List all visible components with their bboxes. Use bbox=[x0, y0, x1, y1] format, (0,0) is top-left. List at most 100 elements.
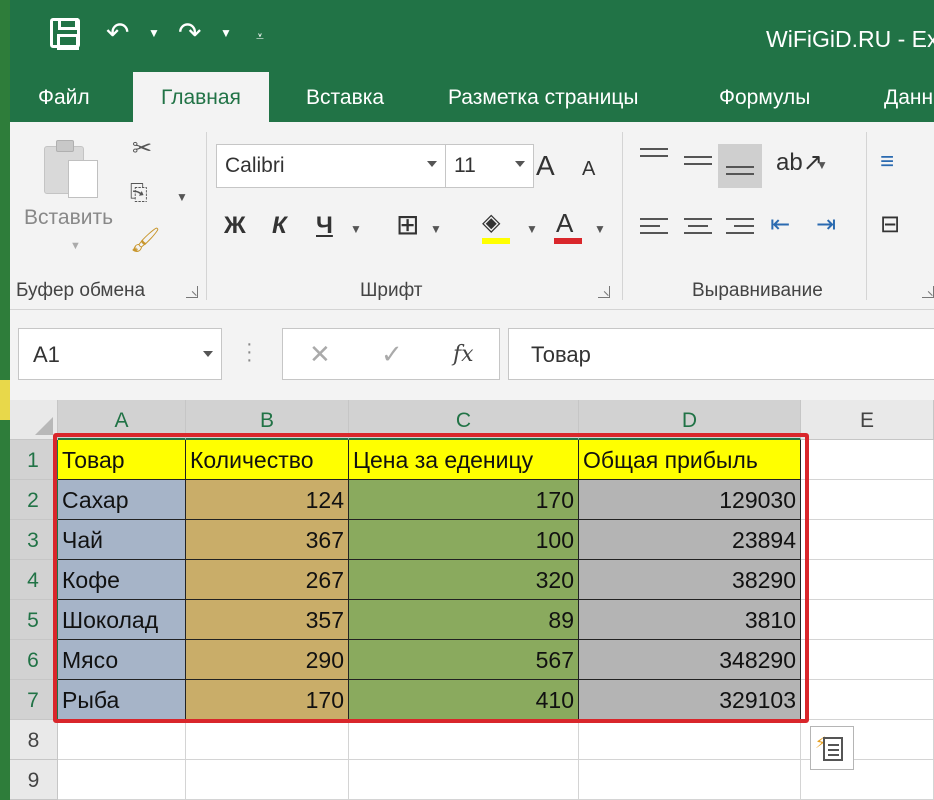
select-all-button[interactable] bbox=[10, 400, 58, 440]
cell-d3[interactable]: 23894 bbox=[579, 520, 801, 560]
cell-b7[interactable]: 170 bbox=[186, 680, 349, 720]
cell-b8[interactable] bbox=[186, 720, 349, 760]
increase-font-size-button[interactable]: A bbox=[536, 150, 555, 182]
align-right-icon[interactable] bbox=[726, 218, 754, 239]
cell-d6[interactable]: 348290 bbox=[579, 640, 801, 680]
save-icon[interactable] bbox=[50, 18, 80, 50]
alignment-launcher-icon[interactable] bbox=[922, 286, 934, 298]
clipboard-launcher-icon[interactable] bbox=[186, 286, 198, 298]
align-center-icon[interactable] bbox=[684, 218, 712, 239]
cell-e1[interactable] bbox=[801, 440, 934, 480]
cell-a1[interactable]: Товар bbox=[58, 440, 186, 480]
cell-b5[interactable]: 357 bbox=[186, 600, 349, 640]
splitter-handle[interactable]: · · · bbox=[246, 334, 253, 370]
font-name-select[interactable]: Calibri bbox=[216, 144, 446, 188]
cell-c7[interactable]: 410 bbox=[349, 680, 579, 720]
cell-c8[interactable] bbox=[349, 720, 579, 760]
cell-d5[interactable]: 3810 bbox=[579, 600, 801, 640]
paste-button[interactable] bbox=[44, 140, 106, 198]
paste-dropdown-icon[interactable]: ▼ bbox=[70, 240, 81, 252]
copy-dropdown-icon[interactable]: ▼ bbox=[176, 190, 188, 204]
formula-input[interactable]: Товар bbox=[508, 328, 934, 380]
row-header-3[interactable]: 3 bbox=[10, 520, 58, 560]
align-left-icon[interactable] bbox=[640, 218, 668, 239]
cell-c1[interactable]: Цена за еденицу bbox=[349, 440, 579, 480]
enter-icon[interactable]: ✓ bbox=[381, 339, 403, 370]
undo-icon[interactable]: ↶ bbox=[106, 18, 129, 48]
borders-dropdown-icon[interactable]: ▼ bbox=[430, 222, 442, 236]
cell-e2[interactable] bbox=[801, 480, 934, 520]
cell-b3[interactable]: 367 bbox=[186, 520, 349, 560]
customize-qat-icon[interactable]: ⩡ bbox=[256, 28, 264, 45]
copy-icon[interactable]: ⎘ bbox=[130, 180, 148, 206]
cell-a4[interactable]: Кофе bbox=[58, 560, 186, 600]
format-painter-icon[interactable]: 🖌 bbox=[130, 226, 160, 255]
undo-dropdown-icon[interactable]: ▼ bbox=[148, 26, 160, 40]
cell-d8[interactable] bbox=[579, 720, 801, 760]
wrap-text-icon[interactable]: ≡ bbox=[880, 148, 894, 176]
font-launcher-icon[interactable] bbox=[598, 286, 610, 298]
merge-center-icon[interactable]: ⊟ bbox=[880, 210, 900, 239]
fill-color-dropdown-icon[interactable]: ▼ bbox=[526, 222, 538, 236]
cell-c4[interactable]: 320 bbox=[349, 560, 579, 600]
fill-color-icon[interactable]: ◈ bbox=[482, 208, 510, 244]
cell-d7[interactable]: 329103 bbox=[579, 680, 801, 720]
align-top-icon[interactable] bbox=[640, 148, 668, 162]
decrease-indent-icon[interactable]: ⇤ bbox=[770, 210, 790, 239]
row-header-6[interactable]: 6 bbox=[10, 640, 58, 680]
cell-a2[interactable]: Сахар bbox=[58, 480, 186, 520]
tab-formulas[interactable]: Формулы bbox=[719, 72, 810, 122]
borders-icon[interactable]: ⊞ bbox=[396, 208, 419, 241]
tab-insert[interactable]: Вставка bbox=[306, 72, 384, 122]
insert-function-icon[interactable]: fx bbox=[453, 342, 474, 367]
cell-c5[interactable]: 89 bbox=[349, 600, 579, 640]
cell-a3[interactable]: Чай bbox=[58, 520, 186, 560]
cell-c6[interactable]: 567 bbox=[349, 640, 579, 680]
cell-b1[interactable]: Количество bbox=[186, 440, 349, 480]
column-header-b[interactable]: B bbox=[186, 400, 349, 440]
increase-indent-icon[interactable]: ⇥ bbox=[816, 210, 836, 239]
cell-e6[interactable] bbox=[801, 640, 934, 680]
row-header-5[interactable]: 5 bbox=[10, 600, 58, 640]
tab-page-layout[interactable]: Разметка страницы bbox=[448, 72, 639, 122]
cell-e4[interactable] bbox=[801, 560, 934, 600]
cell-b6[interactable]: 290 bbox=[186, 640, 349, 680]
font-color-button[interactable]: A bbox=[554, 208, 582, 244]
cell-d1[interactable]: Общая прибыль bbox=[579, 440, 801, 480]
tab-data[interactable]: Данн bbox=[884, 72, 933, 122]
underline-dropdown-icon[interactable]: ▼ bbox=[350, 222, 362, 236]
cell-d4[interactable]: 38290 bbox=[579, 560, 801, 600]
column-header-a[interactable]: A bbox=[58, 400, 186, 440]
name-box[interactable]: A1 bbox=[18, 328, 222, 380]
row-header-1[interactable]: 1 bbox=[10, 440, 58, 480]
cell-e3[interactable] bbox=[801, 520, 934, 560]
font-color-dropdown-icon[interactable]: ▼ bbox=[594, 222, 606, 236]
row-header-4[interactable]: 4 bbox=[10, 560, 58, 600]
cell-a9[interactable] bbox=[58, 760, 186, 800]
orientation-dropdown-icon[interactable]: ▼ bbox=[816, 158, 828, 172]
cell-d9[interactable] bbox=[579, 760, 801, 800]
cell-b9[interactable] bbox=[186, 760, 349, 800]
row-header-9[interactable]: 9 bbox=[10, 760, 58, 800]
column-header-c[interactable]: C bbox=[349, 400, 579, 440]
italic-button[interactable]: К bbox=[272, 212, 287, 240]
tab-home[interactable]: Главная bbox=[133, 72, 269, 122]
cell-b4[interactable]: 267 bbox=[186, 560, 349, 600]
cell-c9[interactable] bbox=[349, 760, 579, 800]
cell-b2[interactable]: 124 bbox=[186, 480, 349, 520]
cell-a6[interactable]: Мясо bbox=[58, 640, 186, 680]
cell-a5[interactable]: Шоколад bbox=[58, 600, 186, 640]
redo-icon[interactable]: ↷ bbox=[178, 18, 201, 48]
redo-dropdown-icon[interactable]: ▼ bbox=[220, 26, 232, 40]
bold-button[interactable]: Ж bbox=[224, 212, 246, 240]
underline-button[interactable]: Ч bbox=[316, 212, 333, 240]
cell-e7[interactable] bbox=[801, 680, 934, 720]
column-header-d[interactable]: D bbox=[579, 400, 801, 440]
quick-analysis-button[interactable]: ⚡ bbox=[810, 726, 854, 770]
font-size-select[interactable]: 11 bbox=[446, 144, 534, 188]
cell-a8[interactable] bbox=[58, 720, 186, 760]
cancel-icon[interactable]: ✕ bbox=[309, 339, 331, 370]
row-header-7[interactable]: 7 bbox=[10, 680, 58, 720]
cell-d2[interactable]: 129030 bbox=[579, 480, 801, 520]
tab-file[interactable]: Файл bbox=[38, 72, 90, 122]
